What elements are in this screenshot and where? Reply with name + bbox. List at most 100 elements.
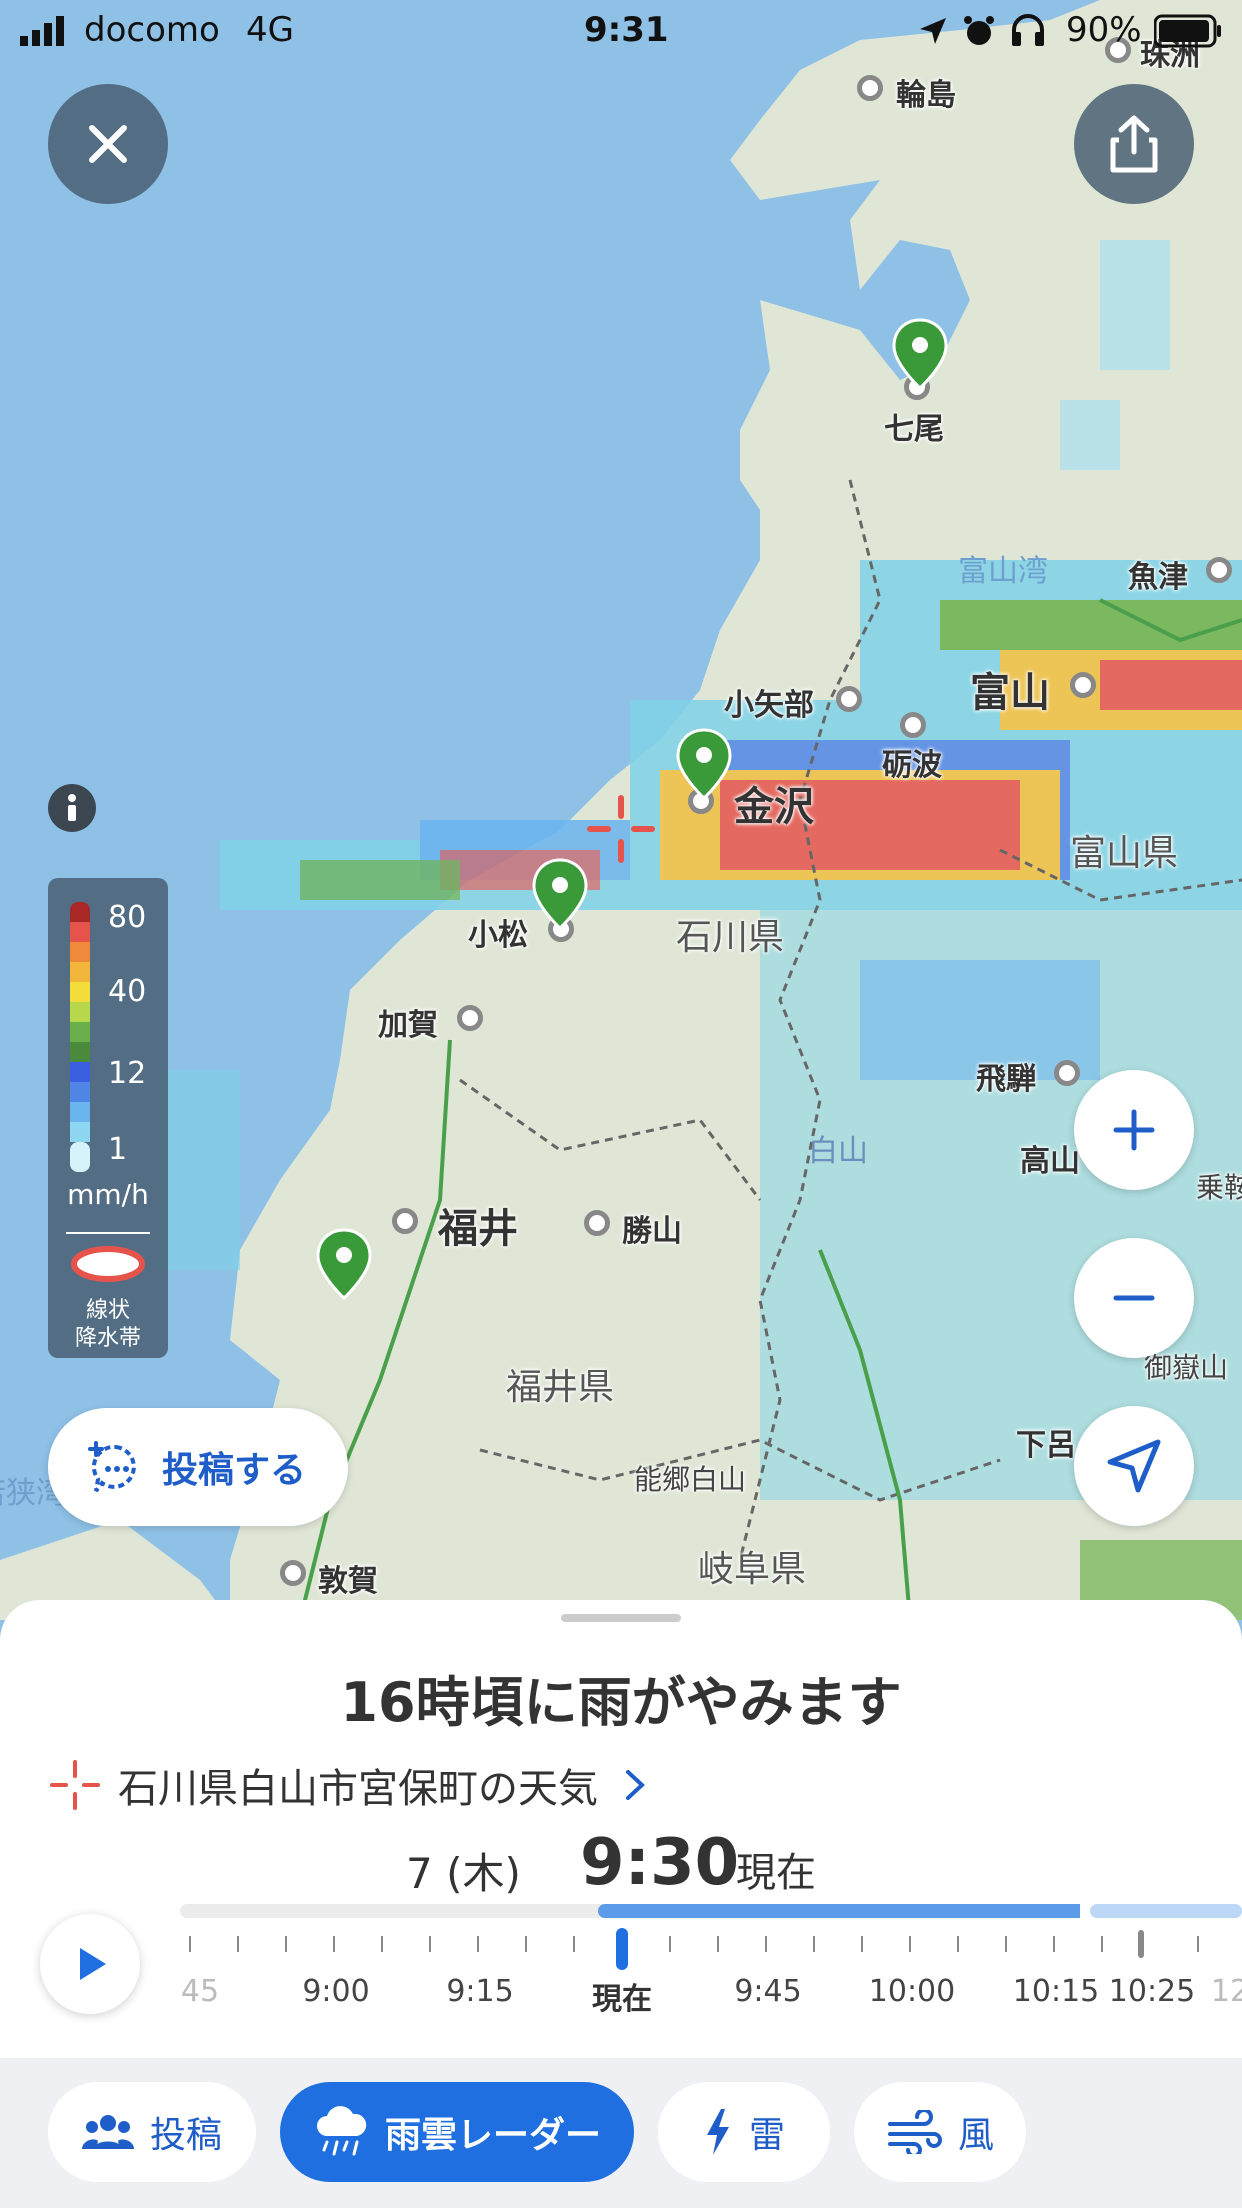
zoom-out-button[interactable] [1074, 1238, 1194, 1358]
timeline-label-now: 現在 [592, 1982, 652, 2017]
map-label-norikura: 乗鞍 [1196, 1171, 1242, 1204]
wind-icon [887, 2110, 942, 2154]
map-label-komatsu: 小松 [468, 918, 528, 953]
chevron-right-icon [626, 1770, 645, 1800]
tab-post[interactable]: 投稿 [48, 2082, 256, 2182]
map-label-katsuyama: 勝山 [622, 1214, 682, 1249]
map-label-toyama-pref: 富山県 [1070, 833, 1179, 874]
battery-icon [1154, 14, 1221, 48]
network-type: 4G [246, 10, 294, 50]
timeline-label: 10:00 [868, 1974, 956, 2009]
close-button[interactable] [48, 84, 168, 204]
location-weather-text: 石川県白山市宮保町の天気 [118, 1766, 598, 1812]
rain-legend: 80 40 12 1 mm/h 線状 降水帯 [48, 878, 168, 1358]
timeline-label: 45 [180, 1974, 220, 2009]
radar-time: 9:30 [580, 1826, 740, 1900]
people-icon [81, 2115, 134, 2149]
map-label-wajima: 輪島 [896, 78, 956, 113]
create-post-button[interactable]: 投稿する [48, 1408, 348, 1526]
zoom-in-button[interactable] [1074, 1070, 1194, 1190]
navigation-arrow-icon [1107, 1439, 1161, 1493]
map-label-oyabe: 小矢部 [724, 688, 814, 723]
minus-icon [1113, 1295, 1155, 1301]
tab-bar: 投稿 雨雲レーダー 雷 風 [0, 2058, 1242, 2208]
battery-percent: 90% [1066, 10, 1142, 50]
map-label-gero: 下呂 [1016, 1428, 1076, 1463]
legend-unit: mm/h [67, 1178, 149, 1211]
timeline-label: 9:00 [302, 1974, 370, 2009]
city-dot-katsuyama [584, 1210, 610, 1236]
timeline-label: 10:15 [1012, 1974, 1100, 2009]
map-label-toyama: 富山 [970, 670, 1050, 716]
timeline-cursor [616, 1928, 628, 1970]
map-label-tsuruga: 敦賀 [318, 1564, 378, 1599]
timeline-label: 9:15 [446, 1974, 514, 2009]
location-arrow-icon [920, 18, 946, 44]
headphones-icon [1012, 14, 1044, 46]
linear-rainband-icon [71, 1246, 145, 1282]
tab-post-label: 投稿 [149, 2115, 222, 2156]
legend-colorbar [70, 902, 90, 1172]
lightning-icon [706, 2109, 729, 2155]
legend-value-80: 80 [108, 900, 147, 935]
rain-cloud-icon [316, 2106, 367, 2156]
post-bubble-icon [88, 1441, 136, 1493]
map-label-nanao: 七尾 [884, 412, 944, 447]
time-slider[interactable]: 45 9:00 9:15 現在 9:45 10:00 10:15 10:25 1… [180, 1890, 1242, 2030]
legend-value-12: 12 [108, 1056, 147, 1091]
post-pin-icon[interactable] [676, 728, 732, 800]
status-time: 9:31 [584, 10, 669, 50]
sheet-handle[interactable] [561, 1614, 681, 1622]
play-icon [80, 1948, 106, 1980]
tab-thunder[interactable]: 雷 [658, 2082, 830, 2182]
post-pin-icon[interactable] [532, 858, 588, 930]
tab-wind[interactable]: 風 [854, 2082, 1026, 2182]
current-location-button[interactable] [1074, 1406, 1194, 1526]
map-label-gifu-pref: 岐阜県 [698, 1549, 807, 1590]
post-pin-icon[interactable] [892, 318, 948, 390]
timeline-label: 9:45 [734, 1974, 802, 2009]
city-dot-oyabe [836, 686, 862, 712]
legend-value-1: 1 [108, 1132, 128, 1167]
map-label-hida: 飛騨 [976, 1062, 1036, 1097]
tab-wind-label: 風 [957, 2115, 994, 2156]
city-dot-hida [1054, 1060, 1080, 1086]
info-button[interactable] [48, 784, 96, 832]
map-label-fukui-pref: 福井県 [506, 1367, 615, 1408]
city-dot-tsuruga [280, 1560, 306, 1586]
location-crosshair-icon [587, 795, 655, 863]
city-dot-tonami [900, 712, 926, 738]
map-label-tonami: 砺波 [882, 748, 942, 783]
rain-forecast-headline: 16時頃に雨がやみます [340, 1671, 902, 1734]
timeline-track [180, 1904, 1242, 1970]
radar-map[interactable]: 輪島 珠洲 七尾 魚津 富山湾 小矢部 富山 砺波 金沢 富山県 小松 石川県 … [0, 0, 1242, 1621]
city-dot-fukui [392, 1208, 418, 1234]
location-weather-link[interactable]: 石川県白山市宮保町の天気 [50, 1756, 646, 1814]
play-button[interactable] [40, 1914, 140, 2014]
plus-icon [1113, 1109, 1155, 1151]
tab-rain-radar[interactable]: 雨雲レーダー [280, 2082, 634, 2182]
post-pin-icon[interactable] [316, 1228, 372, 1300]
forecast-sheet: 16時頃に雨がやみます 石川県白山市宮保町の天気 7 (木) 9:30 現在 4… [0, 1600, 1242, 2060]
info-icon [68, 794, 76, 821]
tab-thunder-label: 雷 [748, 2115, 785, 2156]
map-label-nogohakusan: 能郷白山 [634, 1463, 747, 1496]
share-icon [1110, 115, 1158, 173]
tab-rain-radar-label: 雨雲レーダー [384, 2115, 601, 2156]
timeline-label: 12 [1210, 1974, 1242, 2009]
legend-value-40: 40 [108, 974, 147, 1009]
map-label-fukui: 福井 [438, 1206, 518, 1252]
map-label-hakusan: 白山 [808, 1134, 868, 1169]
share-button[interactable] [1074, 84, 1194, 204]
carrier-name: docomo [84, 10, 220, 50]
signal-strength-icon [20, 16, 64, 46]
city-dot-toyama [1070, 672, 1096, 698]
map-label-uozu: 魚津 [1128, 560, 1188, 595]
map-label-ishikawa-pref: 石川県 [676, 917, 785, 958]
legend-divider [66, 1232, 150, 1234]
status-bar: docomo 4G 9:31 90% [0, 0, 1242, 62]
map-label-takayama: 高山 [1020, 1144, 1080, 1179]
map-label-kaga: 加賀 [378, 1008, 438, 1043]
close-icon [89, 125, 127, 163]
city-dot-uozu [1206, 557, 1232, 583]
